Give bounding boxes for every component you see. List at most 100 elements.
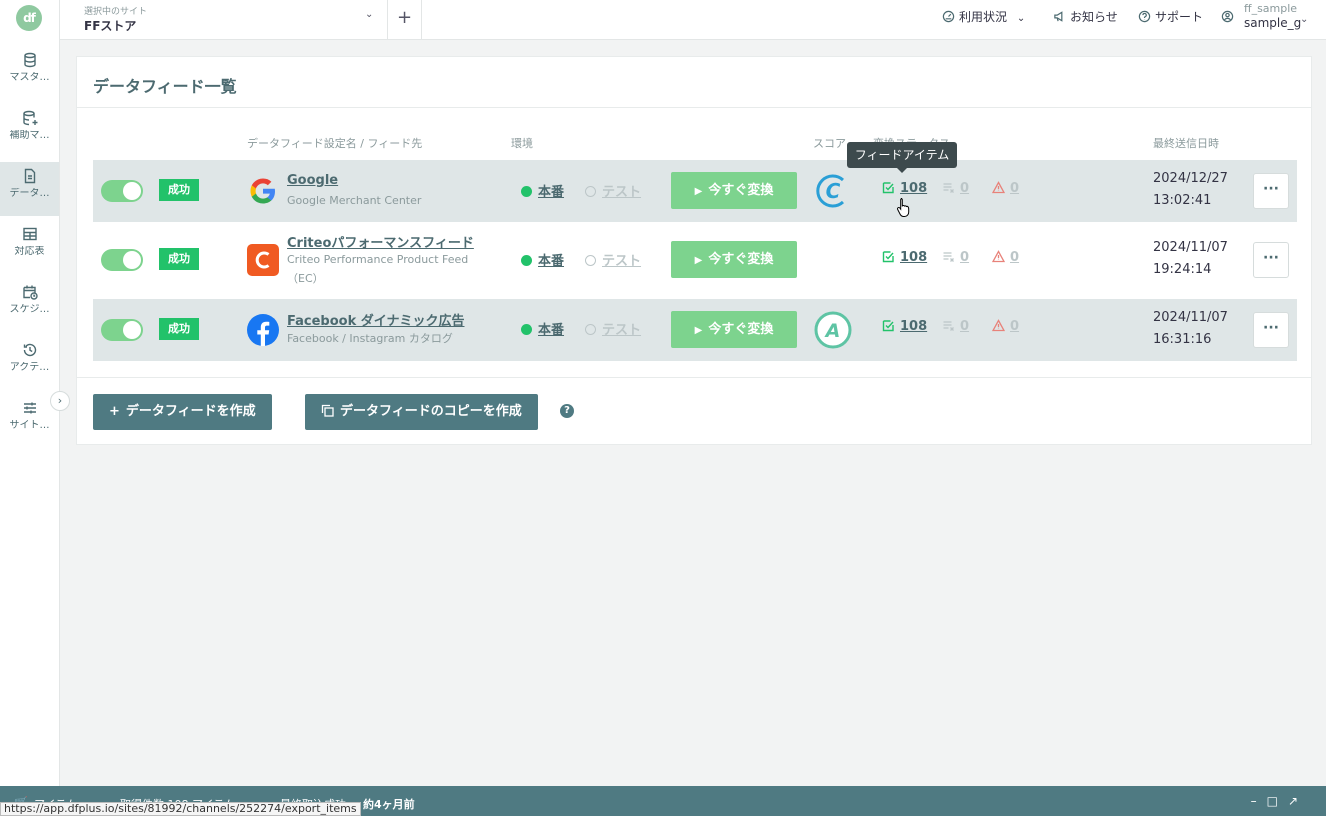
feed-items-excluded-link[interactable]: 0 (942, 181, 969, 196)
column-header-env: 環境 (511, 137, 533, 150)
check-list-icon (882, 320, 894, 332)
feed-items-warning-link[interactable]: 0 (992, 319, 1019, 334)
feed-items-excluded-link[interactable]: 0 (942, 319, 969, 334)
env-test-link[interactable]: テスト (585, 181, 641, 200)
page-title: データフィード一覧 (93, 77, 237, 96)
database-plus-icon (22, 110, 37, 126)
items-excluded-count: 0 (960, 250, 970, 265)
feed-name-link[interactable]: Google (287, 173, 338, 188)
sidebar-item-mapping[interactable]: 対応表 (0, 220, 59, 274)
env-production-label: 本番 (538, 254, 565, 269)
facebook-logo-icon (247, 314, 279, 346)
help-icon[interactable]: ? (560, 404, 574, 418)
sidebar-item-label: 対応表 (14, 246, 45, 257)
sidebar-item-aux-master[interactable]: 補助マ… (0, 104, 59, 158)
feed-destination: Facebook / Instagram カタログ (287, 332, 453, 345)
copy-datafeed-button[interactable]: データフィードのコピーを作成 (305, 394, 538, 430)
radio-ring-icon (585, 186, 596, 197)
env-production-link[interactable]: 本番 (521, 181, 564, 200)
feed-items-ok-link[interactable]: 108 (882, 319, 927, 334)
feed-enabled-toggle[interactable] (101, 319, 143, 341)
radio-ring-icon (585, 255, 596, 266)
check-list-icon (882, 182, 894, 194)
site-selector-label: 選択中のサイト (84, 7, 148, 17)
play-icon: ▶ (694, 186, 703, 197)
feed-items-warning-link[interactable]: 0 (992, 250, 1019, 265)
chevron-down-icon: ⌄ (1016, 13, 1026, 24)
chevron-right-icon: › (57, 394, 63, 407)
table-icon (22, 227, 37, 241)
last-sent-date: 2024/11/07 (1153, 310, 1228, 325)
warning-icon (992, 181, 1005, 194)
minimize-icon[interactable]: – (1251, 794, 1267, 808)
divider (77, 377, 1311, 378)
last-sent-date: 2024/11/07 (1153, 240, 1228, 255)
sidebar-item-label: スケジ… (9, 304, 50, 315)
user-circle-icon (1221, 10, 1234, 23)
sidebar-item-label: アクテ… (9, 362, 50, 373)
env-test-link[interactable]: テスト (585, 250, 641, 269)
news-label: お知らせ (1070, 10, 1118, 24)
maximize-icon[interactable]: □ (1267, 794, 1288, 808)
more-actions-button[interactable]: ··· (1253, 173, 1289, 209)
sidebar-item-schedule[interactable]: スケジ… (0, 278, 59, 332)
score-a-icon[interactable]: A (813, 310, 853, 350)
news-link[interactable]: お知らせ (1053, 8, 1118, 25)
sidebar-item-master[interactable]: マスタ… (0, 46, 59, 100)
feed-items-ok-link[interactable]: 108 (882, 250, 927, 265)
plus-icon: + (396, 7, 413, 28)
support-link[interactable]: サポート (1138, 8, 1203, 25)
feed-items-warning-link[interactable]: 0 (992, 181, 1019, 196)
sidebar-expand-button[interactable]: › (50, 391, 70, 411)
convert-now-button[interactable]: ▶ 今すぐ変換 (671, 311, 797, 348)
app-logo[interactable]: df (16, 5, 42, 31)
plus-icon: + (109, 404, 120, 419)
column-header-score: スコア (813, 137, 846, 150)
site-selector[interactable]: 選択中のサイト FFストア ⌄ (60, 0, 388, 39)
sidebar-item-activity[interactable]: アクテ… (0, 336, 59, 390)
sliders-icon (23, 402, 36, 414)
warning-icon (992, 319, 1005, 332)
usage-menu[interactable]: 利用状況 ⌄ (942, 8, 1025, 25)
megaphone-icon (1054, 11, 1063, 22)
add-site-button[interactable]: + (388, 0, 422, 39)
items-warning-count: 0 (1010, 319, 1020, 334)
feed-enabled-toggle[interactable] (101, 180, 143, 202)
bottom-import-ago: 約4ヶ月前 (363, 798, 415, 811)
sidebar-item-label: マスタ… (9, 72, 50, 83)
feed-name-link[interactable]: Facebook ダイナミック広告 (287, 310, 465, 329)
feed-items-excluded-link[interactable]: 0 (942, 250, 969, 265)
column-header-name: データフィード設定名 / フィード先 (247, 137, 423, 150)
score-letter: A (824, 320, 841, 342)
google-logo-icon (250, 178, 275, 204)
feed-name-link[interactable]: Criteoパフォーマンスフィード (287, 232, 474, 251)
expand-icon[interactable]: ↗ (1288, 794, 1308, 808)
user-name[interactable]: ff_sample (1244, 2, 1297, 15)
browser-status-url: https://app.dfplus.io/sites/81992/channe… (0, 802, 361, 816)
last-sent-time: 13:02:41 (1153, 193, 1212, 208)
env-production-link[interactable]: 本番 (521, 250, 564, 269)
create-datafeed-button[interactable]: + データフィードを作成 (93, 394, 272, 430)
feed-items-ok-link[interactable]: 108 (882, 181, 927, 196)
score-letter: C (826, 179, 841, 203)
window-controls[interactable]: –□↗ (1251, 794, 1308, 808)
score-c-icon[interactable]: C (813, 171, 853, 211)
sidebar-item-datafeed[interactable]: データ… (0, 162, 59, 216)
env-test-link[interactable]: テスト (585, 319, 641, 338)
chevron-down-icon: ⌄ (365, 9, 374, 20)
feed-enabled-toggle[interactable] (101, 249, 143, 271)
more-actions-button[interactable]: ··· (1253, 312, 1289, 348)
chevron-down-icon[interactable]: ⌄ (1300, 14, 1308, 25)
more-actions-button[interactable]: ··· (1253, 242, 1289, 278)
env-test-label: テスト (602, 323, 642, 338)
convert-now-button[interactable]: ▶ 今すぐ変換 (671, 241, 797, 278)
convert-now-label: 今すぐ変換 (708, 252, 774, 267)
gauge-icon (942, 10, 955, 23)
env-production-link[interactable]: 本番 (521, 319, 564, 338)
items-ok-count: 108 (900, 250, 928, 265)
user-account[interactable]: sample_g (1244, 16, 1301, 30)
last-sent-date: 2024/12/27 (1153, 171, 1228, 186)
support-label: サポート (1155, 10, 1204, 24)
items-warning-count: 0 (1010, 181, 1020, 196)
convert-now-button[interactable]: ▶ 今すぐ変換 (671, 172, 797, 209)
